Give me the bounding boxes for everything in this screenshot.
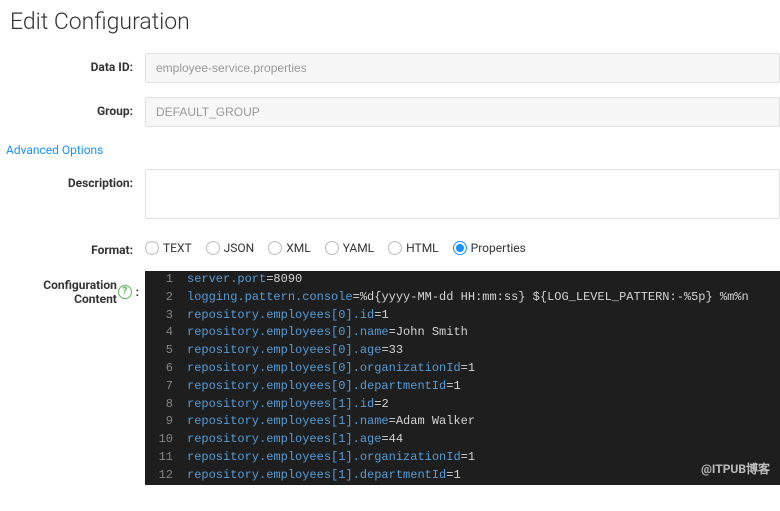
code-line[interactable]: 1server.port=8090 [145,271,780,289]
code-editor[interactable]: 1server.port=80902logging.pattern.consol… [145,271,780,485]
description-input[interactable] [145,169,780,219]
code-line[interactable]: 5repository.employees[0].age=33 [145,342,780,360]
code-line[interactable]: 6repository.employees[0].organizationId=… [145,360,780,378]
radio-circle-icon [206,241,220,255]
radio-label: HTML [406,241,439,255]
code-text: repository.employees[1].departmentId=1 [187,467,780,485]
code-text: server.port=8090 [187,271,780,289]
format-radio-text[interactable]: TEXT [145,241,192,255]
row-format: Format: TEXT JSON XML YAML HTML Properties [0,236,780,257]
code-line[interactable]: 4repository.employees[0].name=John Smith [145,324,780,342]
code-text: repository.employees[0].name=John Smith [187,324,780,342]
code-text: repository.employees[1].id=2 [187,396,780,414]
line-number: 3 [145,307,187,325]
code-text: repository.employees[0].age=33 [187,342,780,360]
code-line[interactable]: 11repository.employees[1].organizationId… [145,449,780,467]
line-number: 2 [145,289,187,307]
label-description: Description: [0,169,145,190]
format-radio-xml[interactable]: XML [268,241,310,255]
radio-label: TEXT [163,241,192,255]
code-line[interactable]: 10repository.employees[1].age=44 [145,431,780,449]
code-text: repository.employees[0].id=1 [187,307,780,325]
code-text: logging.pattern.console=%d{yyyy-MM-dd HH… [187,289,780,307]
format-radio-yaml[interactable]: YAML [325,241,374,255]
config-content-text: Configuration Content [0,278,117,306]
radio-label: JSON [224,241,255,255]
code-line[interactable]: 2logging.pattern.console=%d{yyyy-MM-dd H… [145,289,780,307]
line-number: 7 [145,378,187,396]
code-line[interactable]: 7repository.employees[0].departmentId=1 [145,378,780,396]
radio-circle-icon [268,241,282,255]
radio-circle-icon [325,241,339,255]
code-line[interactable]: 3repository.employees[0].id=1 [145,307,780,325]
row-group: Group: [0,97,780,127]
row-config-content: Configuration Content ? : 1server.port=8… [0,271,780,485]
code-line[interactable]: 9repository.employees[1].name=Adam Walke… [145,413,780,431]
code-text: repository.employees[1].age=44 [187,431,780,449]
radio-circle-icon [145,241,159,255]
radio-label: Properties [471,241,526,255]
code-text: repository.employees[1].organizationId=1 [187,449,780,467]
row-data-id: Data ID: [0,53,780,83]
code-text: repository.employees[1].name=Adam Walker [187,413,780,431]
help-icon[interactable]: ? [118,285,132,299]
code-line[interactable]: 12repository.employees[1].departmentId=1 [145,467,780,485]
page-title: Edit Configuration [0,0,780,53]
label-data-id: Data ID: [0,53,145,74]
line-number: 4 [145,324,187,342]
line-number: 1 [145,271,187,289]
config-content-colon: : [136,285,139,299]
row-description: Description: [0,169,780,222]
line-number: 11 [145,449,187,467]
line-number: 12 [145,467,187,485]
line-number: 10 [145,431,187,449]
format-radio-properties[interactable]: Properties [453,241,526,255]
code-line[interactable]: 8repository.employees[1].id=2 [145,396,780,414]
format-radio-group: TEXT JSON XML YAML HTML Properties [145,236,780,255]
radio-label: XML [286,241,310,255]
code-text: repository.employees[0].departmentId=1 [187,378,780,396]
line-number: 9 [145,413,187,431]
code-text: repository.employees[0].organizationId=1 [187,360,780,378]
line-number: 8 [145,396,187,414]
format-radio-json[interactable]: JSON [206,241,255,255]
format-radio-html[interactable]: HTML [388,241,439,255]
label-config-content: Configuration Content ? : [0,271,145,306]
advanced-options-link[interactable]: Advanced Options [0,141,113,169]
radio-label: YAML [343,241,374,255]
radio-circle-icon [453,241,467,255]
group-input[interactable] [145,97,780,127]
label-group: Group: [0,97,145,118]
label-format: Format: [0,236,145,257]
data-id-input[interactable] [145,53,780,83]
line-number: 6 [145,360,187,378]
line-number: 5 [145,342,187,360]
radio-circle-icon [388,241,402,255]
